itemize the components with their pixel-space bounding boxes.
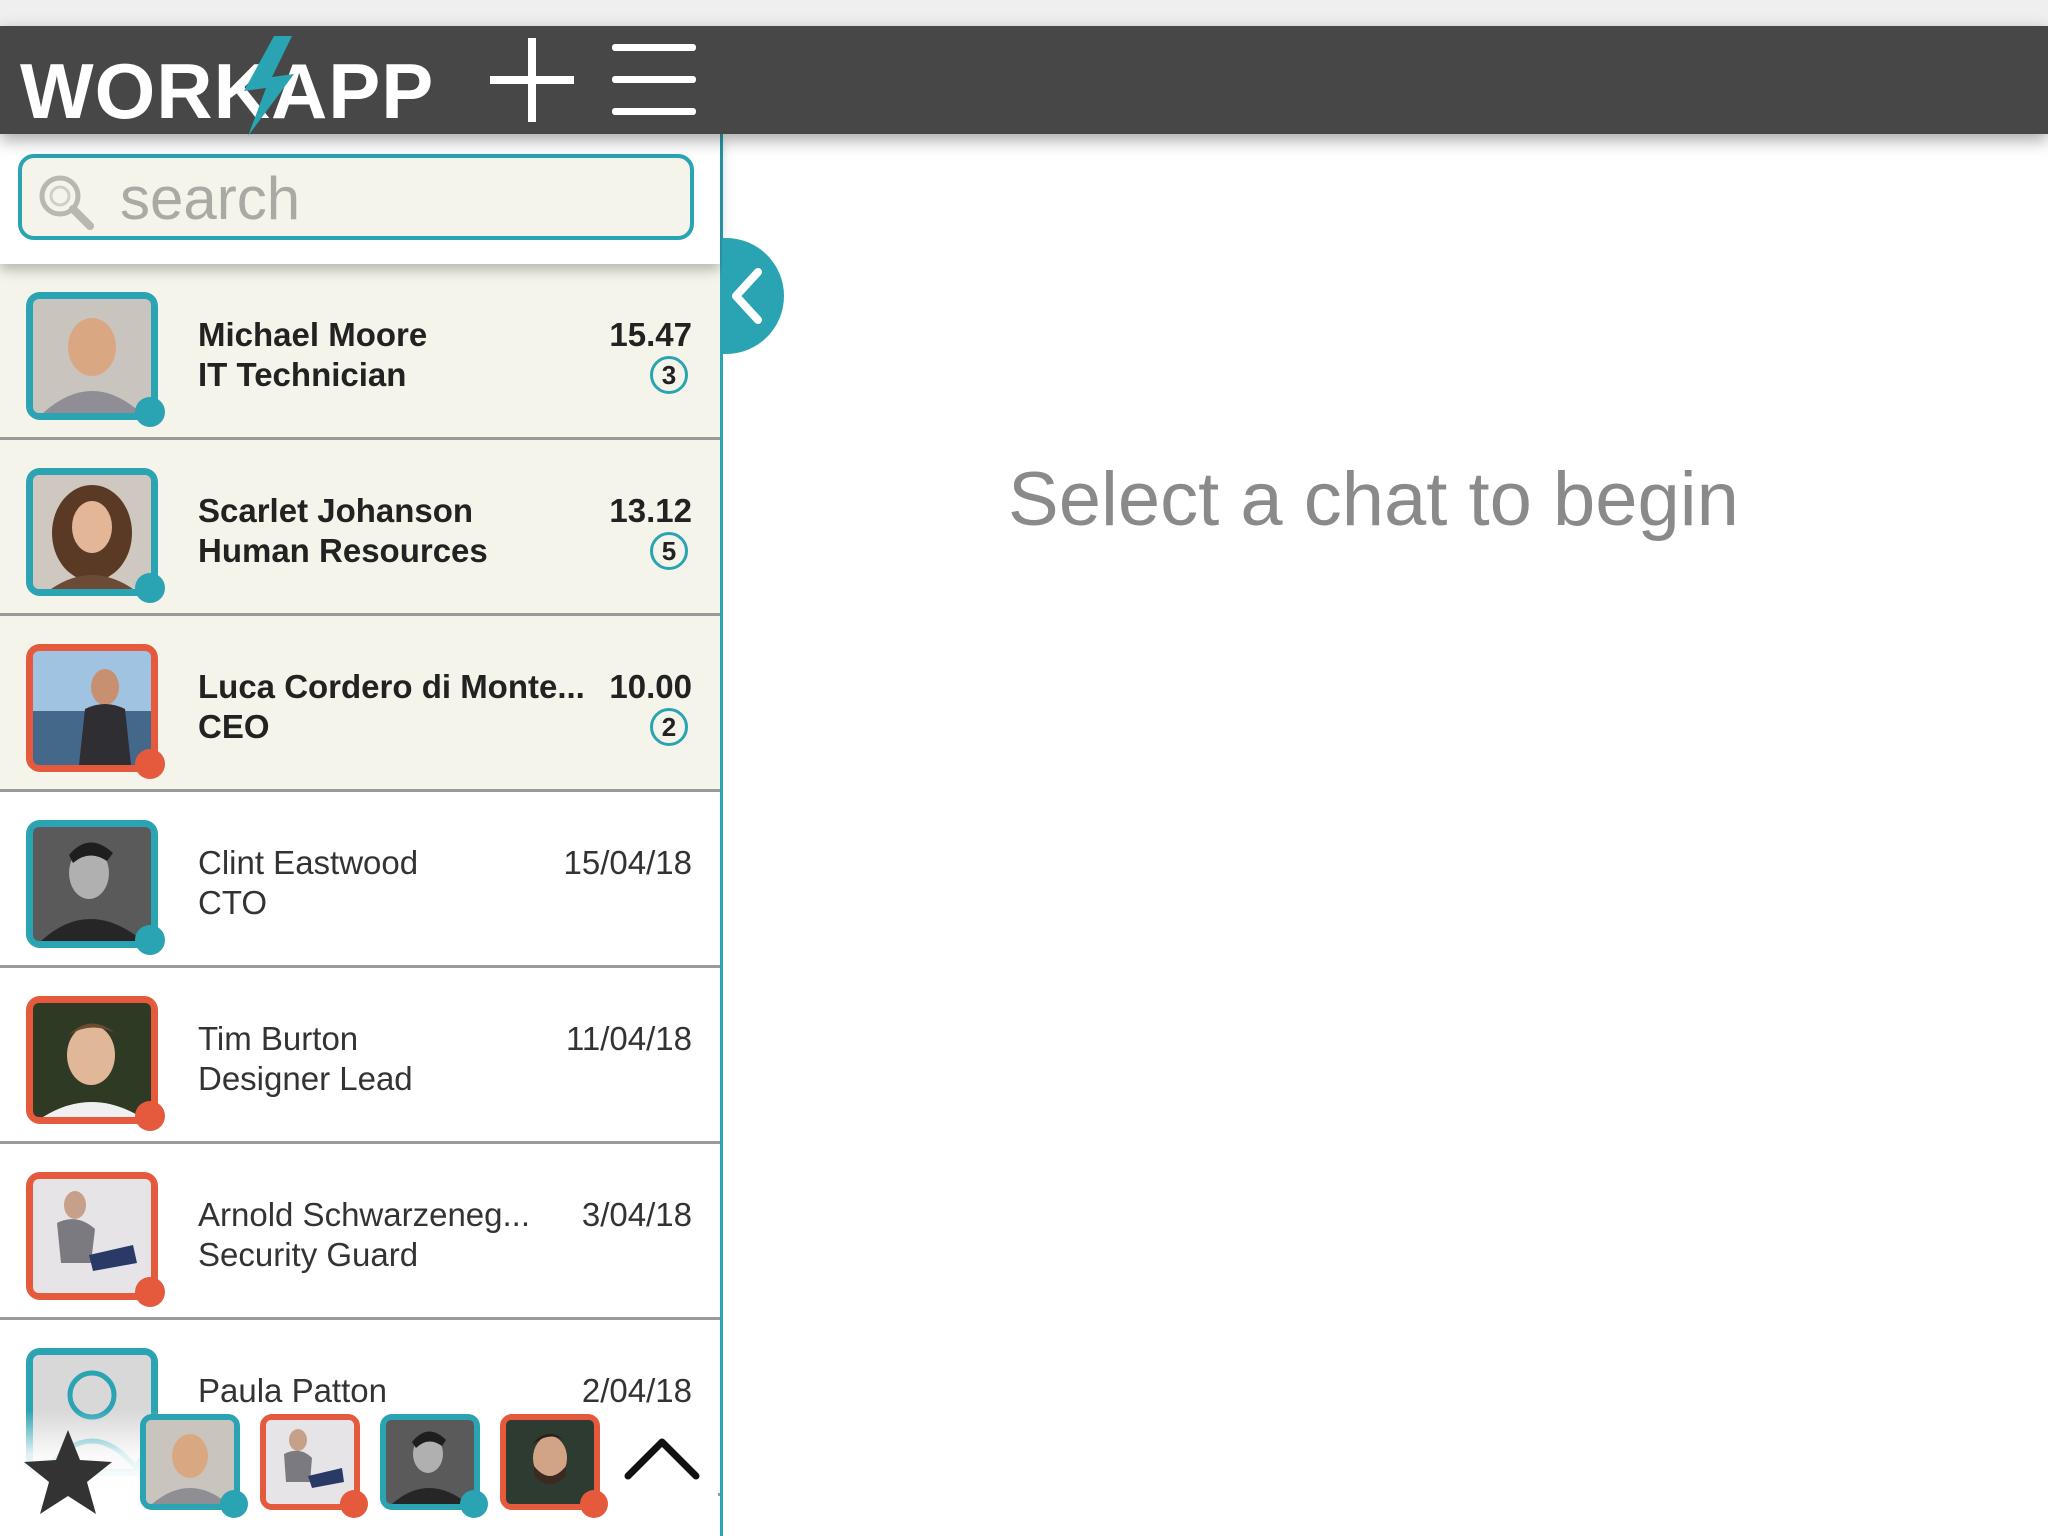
empty-state-message: Select a chat to begin [1008,457,1739,542]
hamburger-menu-icon [612,44,696,115]
app-header: WORKAPP [0,26,2048,136]
chat-item[interactable]: Tim Burton Designer Lead 11/04/18 [0,968,720,1144]
search-area [0,134,720,264]
favorite-contact[interactable] [380,1414,488,1518]
status-strip [0,0,2048,26]
message-time: 2/04/18 [581,1372,692,1409]
unread-count-badge: 2 [650,708,688,746]
status-online-dot [460,1490,488,1518]
avatar [26,1172,165,1307]
contact-name: Clint Eastwood [198,844,419,881]
avatar [26,468,165,603]
chat-item[interactable]: Scarlet Johanson Human Resources 13.12 5 [0,440,720,616]
contact-role: Designer Lead [198,1060,413,1097]
message-time: 13.12 [609,492,692,529]
unread-count-badge: 3 [650,356,688,394]
status-online-dot [135,397,165,427]
chevron-up-icon[interactable] [622,1428,702,1488]
lightning-bolt-icon [244,36,294,136]
avatar [26,292,165,427]
contact-role: IT Technician [198,356,407,393]
favorites-bar [0,1410,718,1536]
search-box[interactable] [18,154,694,240]
app-logo: WORKAPP [20,34,433,136]
contact-role: CTO [198,884,268,921]
message-time: 10.00 [609,668,692,705]
menu-button[interactable] [610,26,700,134]
search-input[interactable] [118,166,682,230]
contact-name: Michael Moore [198,316,428,353]
status-offline-dot [135,749,165,779]
status-offline-dot [135,1101,165,1131]
favorite-contact[interactable] [500,1414,608,1518]
favorites-star-icon[interactable] [22,1426,114,1518]
contact-name: Arnold Schwarzeneg... [198,1196,531,1233]
logo-text: WORKAPP [20,47,435,135]
search-icon [39,175,94,230]
contact-role: Human Resources [198,532,488,569]
chevron-left-icon [732,268,762,324]
avatar [26,996,165,1131]
status-online-dot [135,925,165,955]
status-offline-dot [135,1277,165,1307]
chat-list: Michael Moore IT Technician 15.47 3 Scar… [0,264,720,1496]
message-time: 11/04/18 [565,1020,692,1057]
favorite-contact[interactable] [260,1414,368,1518]
contact-name: Luca Cordero di Monte... [198,668,585,705]
chat-sidebar: Michael Moore IT Technician 15.47 3 Scar… [0,134,723,1536]
collapse-sidebar-button[interactable] [722,238,784,354]
chat-item[interactable]: Luca Cordero di Monte... CEO 10.00 2 [0,616,720,792]
status-offline-dot [580,1490,608,1518]
message-time: 15/04/18 [563,844,692,881]
unread-count-badge: 5 [650,532,688,570]
status-online-dot [135,573,165,603]
avatar [26,820,165,955]
status-online-dot [220,1490,248,1518]
status-offline-dot [340,1490,368,1518]
chat-item[interactable]: Clint Eastwood CTO 15/04/18 [0,792,720,968]
contact-role: Security Guard [198,1236,419,1273]
message-time: 15.47 [609,316,692,353]
favorite-contact[interactable] [140,1414,248,1518]
contact-name: Scarlet Johanson [198,492,474,529]
new-chat-button[interactable] [488,26,578,134]
plus-icon [490,38,574,122]
chat-item[interactable]: Michael Moore IT Technician 15.47 3 [0,264,720,440]
message-time: 3/04/18 [581,1196,692,1233]
contact-role: CEO [198,708,270,745]
contact-name: Tim Burton [198,1020,359,1057]
avatar [26,644,165,779]
chat-item[interactable]: Arnold Schwarzeneg... Security Guard 3/0… [0,1144,720,1320]
contact-name: Paula Patton [198,1372,387,1409]
